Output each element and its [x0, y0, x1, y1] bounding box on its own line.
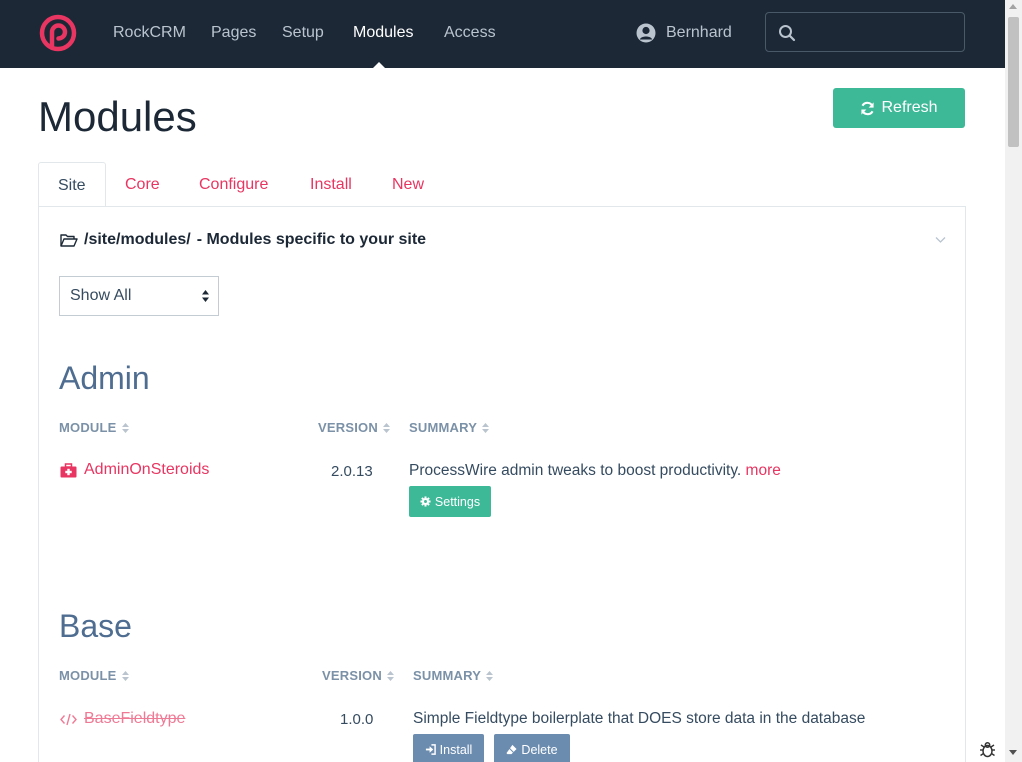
chevron-down-icon[interactable] [935, 236, 946, 244]
nav-item-modules[interactable]: Modules [353, 23, 413, 43]
column-header-label: MODULE [59, 420, 117, 435]
section-title-admin: Admin [59, 360, 150, 396]
tab-configure[interactable]: Configure [199, 162, 268, 207]
column-header-version[interactable]: VERSION [318, 420, 390, 435]
module-name: AdminOnSteroids [84, 461, 210, 478]
column-header-version[interactable]: VERSION [322, 668, 394, 683]
column-header-summary[interactable]: SUMMARY [409, 420, 490, 435]
settings-button[interactable]: Settings [409, 486, 491, 517]
module-filter-value: Show All [70, 287, 132, 304]
scroll-up-arrow-icon[interactable] [1009, 4, 1017, 9]
column-header-label: VERSION [318, 420, 378, 435]
active-nav-caret [373, 62, 385, 68]
refresh-button[interactable]: Refresh [833, 88, 965, 128]
user-name: Bernhard [666, 24, 732, 41]
nav-item-access[interactable]: Access [444, 23, 496, 43]
select-arrows-icon [202, 290, 209, 302]
sort-icon [121, 422, 129, 433]
delete-button-label: Delete [521, 742, 558, 757]
search-input[interactable] [802, 19, 957, 45]
refresh-icon [861, 101, 875, 115]
column-header-label: MODULE [59, 668, 117, 683]
sort-icon [482, 422, 490, 433]
tab-core[interactable]: Core [125, 162, 160, 207]
folder-header[interactable]: /site/modules/ - Modules specific to you… [60, 231, 426, 249]
nav-item-pages[interactable]: Pages [211, 23, 256, 43]
sort-icon [386, 670, 394, 681]
more-link[interactable]: more [746, 462, 781, 479]
column-header-label: SUMMARY [413, 668, 482, 683]
delete-button[interactable]: Delete [494, 734, 570, 762]
module-name: BaseFieldtype [84, 710, 186, 727]
module-link-adminonsteroids[interactable]: AdminOnSteroids [60, 461, 209, 479]
gear-icon [420, 496, 431, 507]
module-summary: Simple Fieldtype boilerplate that DOES s… [413, 710, 866, 727]
column-header-label: SUMMARY [409, 420, 478, 435]
sign-in-icon [425, 744, 436, 755]
refresh-label: Refresh [881, 99, 938, 116]
section-title-base: Base [59, 608, 132, 644]
search-icon [779, 25, 796, 42]
module-version: 1.0.0 [340, 711, 374, 728]
top-navigation-bar: RockCRM Pages Setup Modules Access Bernh… [0, 0, 1005, 68]
module-summary-text: ProcessWire admin tweaks to boost produc… [409, 462, 742, 479]
settings-button-label: Settings [434, 494, 481, 509]
module-summary: ProcessWire admin tweaks to boost produc… [409, 462, 781, 480]
column-header-module[interactable]: MODULE [59, 668, 129, 683]
nav-item-rockcrm[interactable]: RockCRM [113, 23, 186, 43]
scroll-thumb[interactable] [1008, 17, 1019, 147]
module-link-basefieldtype[interactable]: BaseFieldtype [60, 710, 185, 728]
code-icon [60, 713, 77, 725]
debug-bug-icon[interactable] [979, 741, 996, 758]
medkit-icon [60, 462, 77, 477]
sort-icon [121, 670, 129, 681]
tab-site[interactable]: Site [38, 162, 106, 207]
nav-item-setup[interactable]: Setup [282, 23, 324, 43]
processwire-logo-icon[interactable] [38, 13, 78, 53]
scroll-down-arrow-icon[interactable] [1009, 750, 1017, 755]
column-header-summary[interactable]: SUMMARY [413, 668, 494, 683]
eraser-icon [506, 744, 517, 755]
user-circle-icon [636, 23, 656, 43]
sort-icon [486, 670, 494, 681]
page-title: Modules [38, 93, 197, 140]
folder-description: - Modules specific to your site [196, 231, 427, 248]
module-version: 2.0.13 [331, 463, 373, 480]
tab-new[interactable]: New [392, 162, 424, 207]
user-menu[interactable]: Bernhard [636, 22, 732, 44]
install-button-label: Install [439, 742, 473, 757]
folder-open-icon [60, 233, 78, 247]
search-box[interactable] [765, 12, 965, 52]
sort-icon [382, 422, 390, 433]
tab-install[interactable]: Install [310, 162, 352, 207]
module-filter-select[interactable]: Show All [59, 276, 219, 316]
folder-path: /site/modules/ [84, 231, 191, 248]
site-modules-panel: /site/modules/ - Modules specific to you… [38, 206, 966, 762]
column-header-module[interactable]: MODULE [59, 420, 129, 435]
page-scrollbar[interactable] [1005, 0, 1022, 762]
install-button[interactable]: Install [413, 734, 484, 762]
column-header-label: VERSION [322, 668, 382, 683]
